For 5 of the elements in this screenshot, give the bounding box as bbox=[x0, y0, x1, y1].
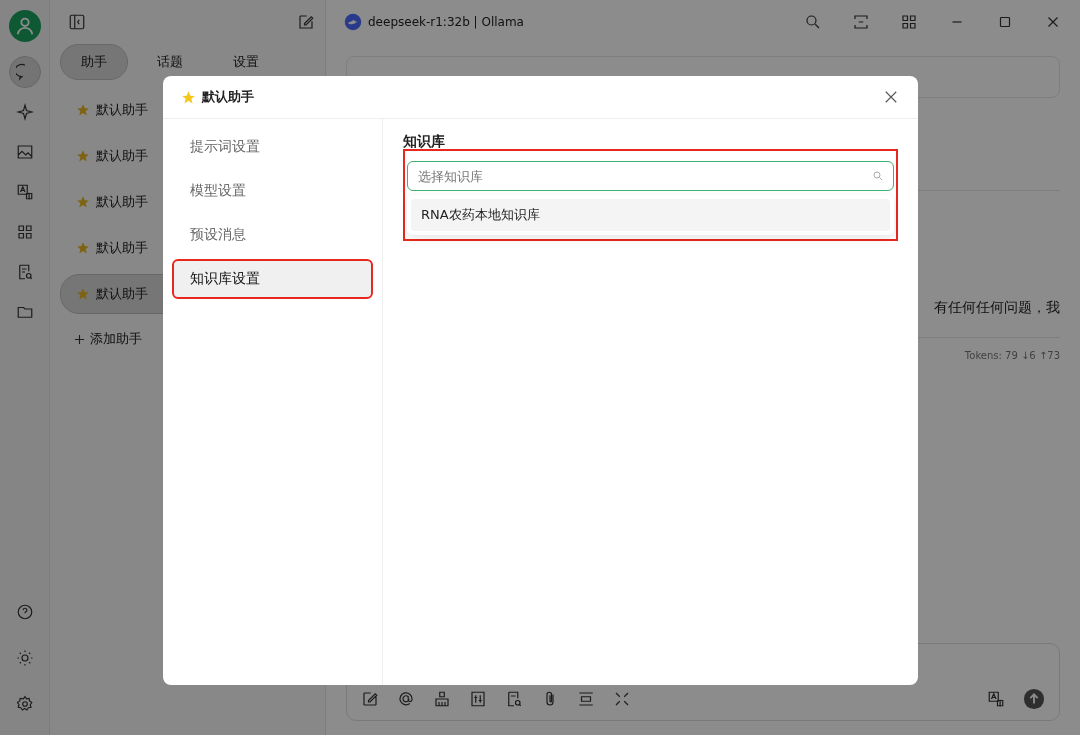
dialog-title: 默认助手 bbox=[202, 88, 255, 106]
token-count: Tokens: 79 ↓6 ↑73 bbox=[963, 350, 1060, 361]
message-text: 有任何任何问题，我 bbox=[933, 299, 1060, 317]
window-title: deepseek-r1:32b | Ollama bbox=[368, 15, 524, 29]
section-title: 知识库 bbox=[403, 133, 446, 151]
